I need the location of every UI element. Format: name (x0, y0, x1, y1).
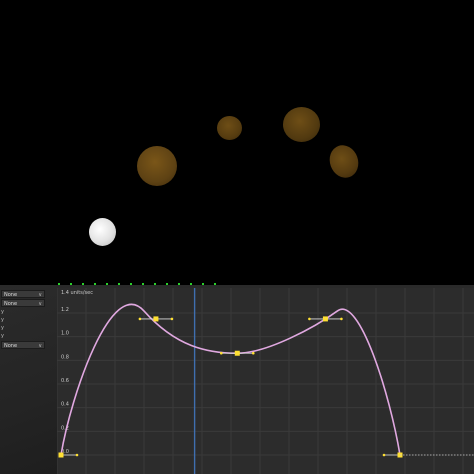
chevron-down-icon: ∨ (38, 301, 42, 307)
keyframe[interactable] (322, 316, 328, 322)
tangent-handle[interactable] (340, 317, 343, 321)
keyframe[interactable] (234, 350, 240, 356)
chevron-down-icon: ∨ (38, 292, 42, 298)
tangent-handle[interactable] (382, 453, 386, 457)
tangent-handle[interactable] (308, 317, 311, 321)
y-tick-label: 1.2 (61, 307, 69, 313)
dropdown-3-label: None (4, 343, 18, 349)
chevron-down-icon: ∨ (38, 343, 42, 349)
row-label-4: y (1, 333, 4, 339)
y-tick-label: 0.4 (61, 402, 69, 408)
keyframe[interactable] (153, 316, 159, 322)
tangent-handle[interactable] (75, 453, 79, 457)
dropdown-1[interactable]: None ∨ (1, 290, 45, 298)
tangent-handle[interactable] (170, 317, 174, 321)
row-label-2: y (1, 317, 4, 323)
y-tick-label: 0.8 (61, 354, 69, 360)
row-label-1: y (1, 309, 4, 315)
curve-graph-svg[interactable]: 1.21.00.80.60.40.20.0 1.4 units/sec (57, 288, 474, 474)
row-label-3: y (1, 325, 4, 331)
keyframe[interactable] (58, 452, 64, 458)
unit-label: 1.4 units/sec (61, 290, 93, 296)
ball-brown-4[interactable] (325, 141, 363, 182)
dropdown-1-label: None (4, 292, 18, 298)
tangent-handle[interactable] (138, 317, 142, 321)
ball-white[interactable] (89, 218, 116, 246)
tangent-handle[interactable] (251, 351, 255, 355)
scene-viewport[interactable] (0, 0, 474, 285)
curve-graph[interactable]: 1.2 1.0 0.8 0.6 0.4 0.2 0.0 1.4 units/sec (57, 288, 474, 474)
dropdown-2[interactable]: None ∨ (1, 299, 45, 307)
ball-brown-3[interactable] (283, 107, 320, 142)
ball-brown-2[interactable] (217, 116, 242, 140)
tangent-handle[interactable] (219, 351, 223, 355)
y-tick-label: 1.0 (61, 331, 69, 337)
y-tick-label: 0.6 (61, 378, 69, 384)
ball-brown-1[interactable] (137, 146, 177, 186)
dropdown-3[interactable]: None ∨ (1, 341, 45, 349)
curve-editor-sidebar: None ∨ None ∨ y y y y None ∨ (0, 288, 58, 474)
grid-lines (57, 288, 474, 474)
dropdown-2-label: None (4, 301, 18, 307)
